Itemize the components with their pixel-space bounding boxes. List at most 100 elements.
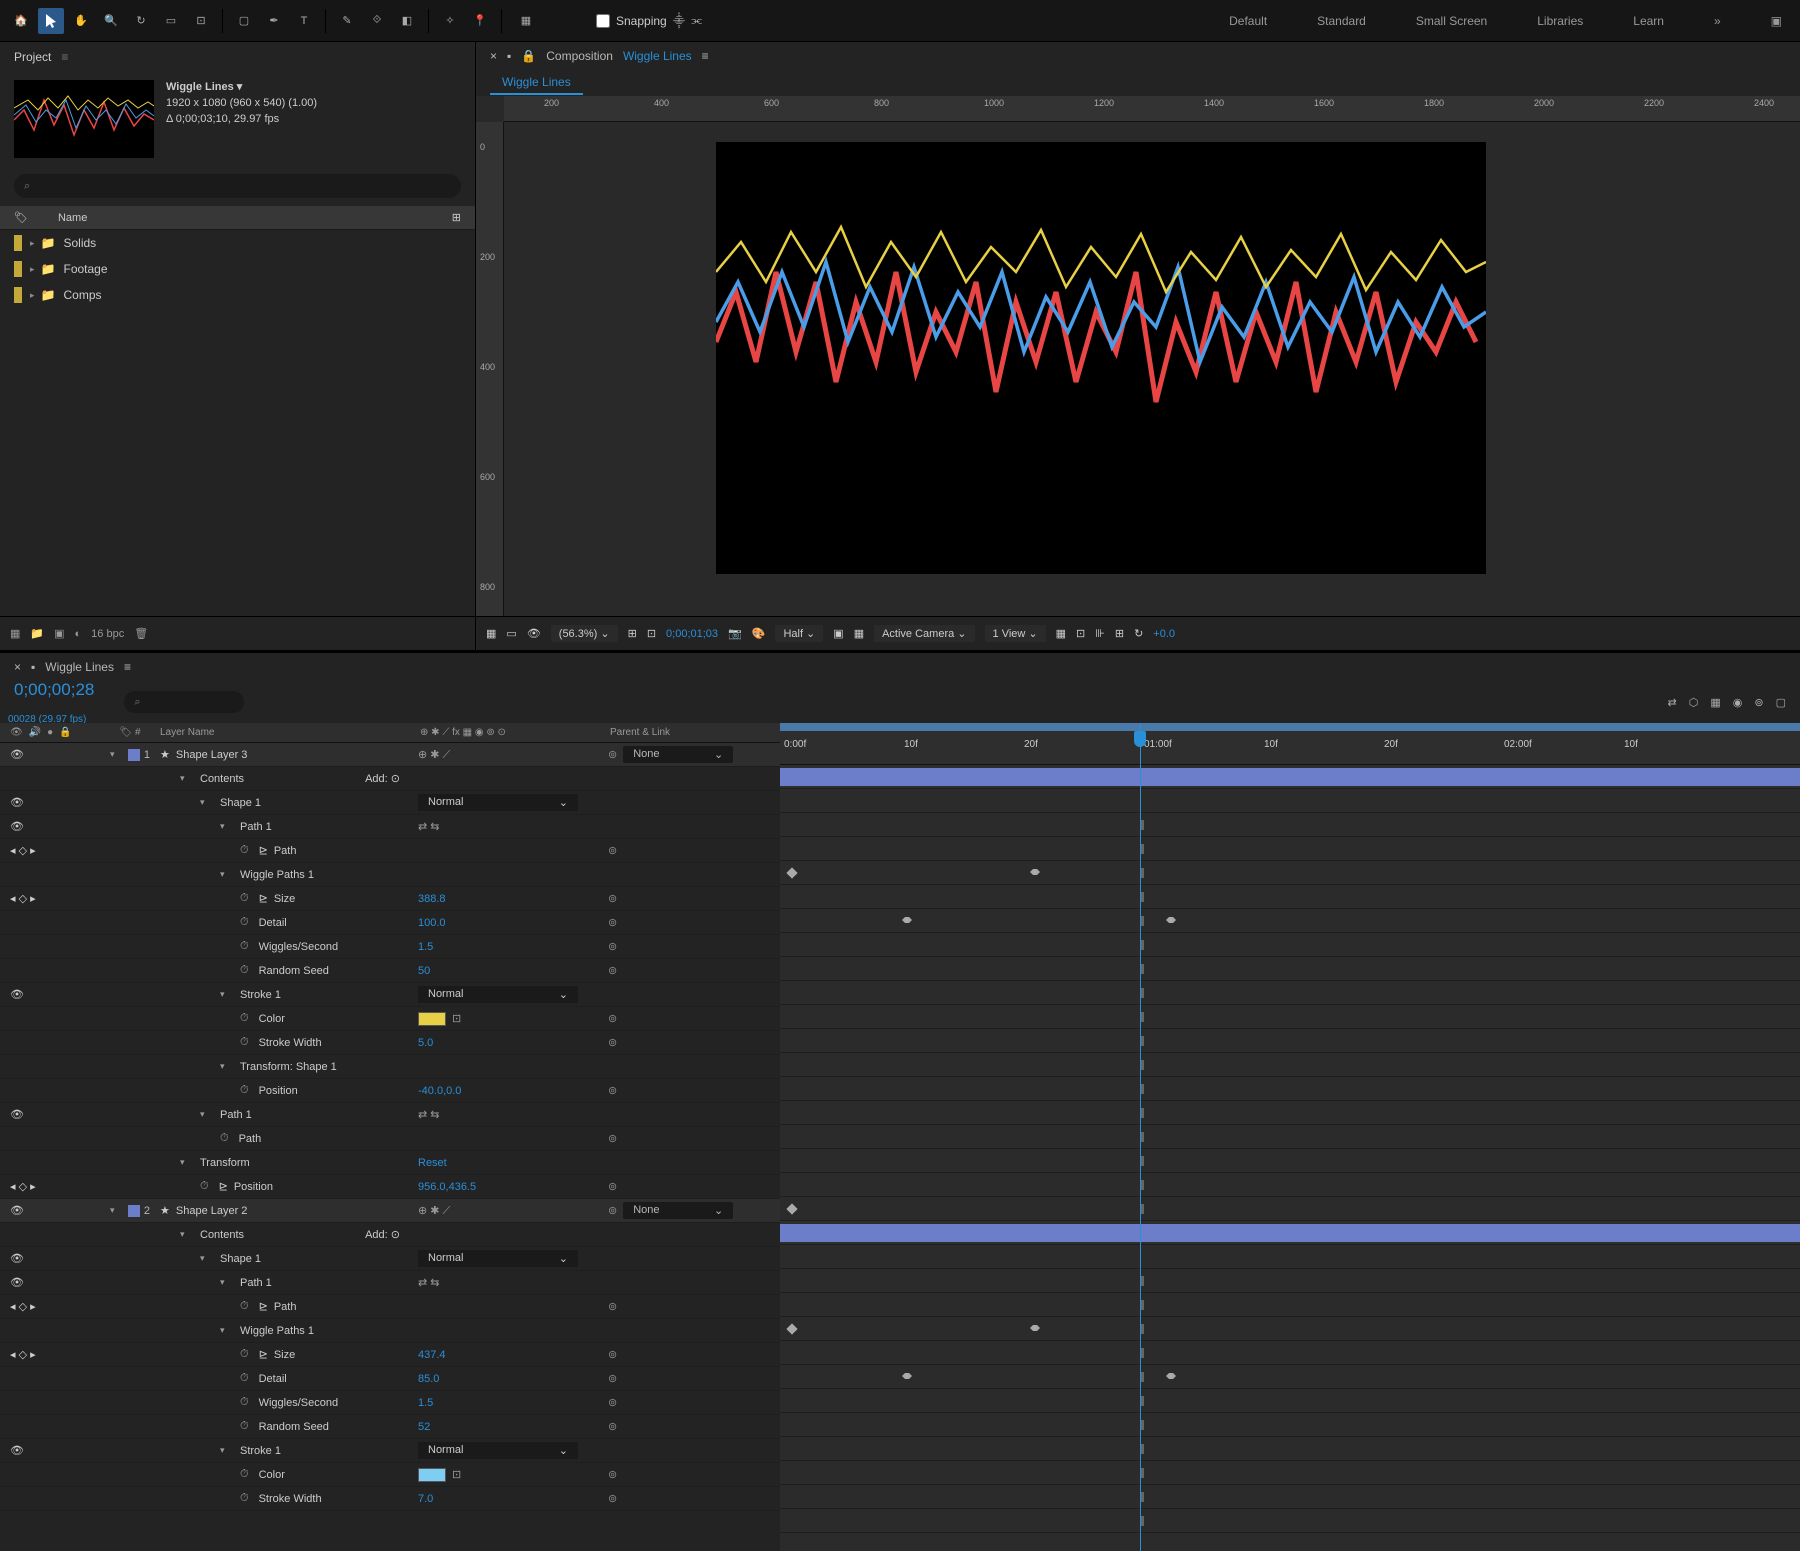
path-ops-icon[interactable]: ⇄ ⇆ [418,820,440,833]
adjust-icon[interactable]: ◐ [75,628,82,640]
color-swatch[interactable] [418,1468,446,1482]
pixel-icon[interactable]: ⊡ [1076,627,1085,640]
pan-behind-tool-icon[interactable]: ⊡ [188,8,214,34]
path-ops-icon[interactable]: ⇄ ⇆ [418,1276,440,1289]
comp-header-name[interactable]: Wiggle Lines [623,49,692,63]
keyframe[interactable] [902,917,912,923]
pickwhip-icon[interactable]: ⊚ [608,964,617,977]
prop-tshape[interactable]: ▾Transform: Shape 1 [0,1055,780,1079]
graph-icon[interactable]: ⊚ [1754,696,1763,709]
channel-icon[interactable]: ▭ [506,627,516,640]
stopwatch-icon[interactable]: ⏱ [240,892,249,905]
pickwhip-icon[interactable]: ⊚ [608,892,617,905]
zoom-tool-icon[interactable]: 🔍 [98,8,124,34]
pickwhip-icon[interactable]: ⊚ [608,1372,617,1385]
workspace-overflow-icon[interactable]: » [1704,10,1731,32]
clone-tool-icon[interactable]: ⟐ [364,8,390,34]
eyedropper-icon[interactable]: ⊡ [452,1468,461,1481]
parent-dropdown[interactable]: None⌄ [623,1202,733,1219]
new-comp-icon[interactable]: ▣ [54,627,64,640]
workspace-learn[interactable]: Learn [1623,10,1674,32]
panel-menu-icon[interactable]: ≡ [61,50,68,64]
eye-icon[interactable]: 👁 [10,988,24,1001]
frame-blend-icon[interactable]: ▦ [1710,696,1720,709]
eyedropper-icon[interactable]: ⊡ [452,1012,461,1025]
parent-dropdown[interactable]: None⌄ [623,746,733,763]
prop-shape[interactable]: 👁▾Shape 1Normal⌄ [0,1247,780,1271]
flow-icon[interactable]: ⊞ [452,211,461,224]
stopwatch-icon[interactable]: ⏱ [220,1132,229,1145]
view-dropdown[interactable]: 1 View ⌄ [985,625,1046,642]
prop-path1[interactable]: 👁▾Path 1⇄ ⇆ [0,1271,780,1295]
exposure[interactable]: +0.0 [1153,628,1175,640]
puppet-tool-icon[interactable]: 📍 [467,8,493,34]
prop-path1b[interactable]: 👁▾Path 1⇄ ⇆ [0,1103,780,1127]
prop-position[interactable]: ⏱Position-40.0,0.0⊚ [0,1079,780,1103]
interpret-icon[interactable]: ▦ [10,627,20,640]
pickwhip-icon[interactable]: ⊚ [608,1468,617,1481]
stopwatch-icon[interactable]: ⏱ [240,1396,249,1409]
comp-tab[interactable]: Wiggle Lines [490,71,583,95]
prop-color[interactable]: ⏱Color ⊡⊚ [0,1463,780,1487]
stopwatch-icon[interactable]: ⏱ [240,844,249,857]
pen-tool-icon[interactable]: ✒ [261,8,287,34]
roto-tool-icon[interactable]: ✧ [437,8,463,34]
stopwatch-icon[interactable]: ⏱ [240,1012,249,1025]
viewer-timecode[interactable]: 0;00;01;03 [666,628,718,640]
layer-row[interactable]: 👁 ▾2 ★Shape Layer 2 ⊕ ✱ ⟋ ⊚None⌄ [0,1199,780,1223]
eye-icon[interactable]: 👁 [10,1252,24,1265]
comp-thumbnail[interactable] [14,80,154,158]
panel-menu-icon[interactable]: ≡ [702,49,709,63]
rect-tool-icon[interactable]: ▢ [231,8,257,34]
eye-icon[interactable]: 👁 [10,748,24,761]
prop-seed[interactable]: ⏱Random Seed50⊚ [0,959,780,983]
keyframe[interactable] [786,1203,797,1214]
viewer[interactable]: 2004006008001000120014001600180020002200… [476,96,1800,616]
stopwatch-icon[interactable]: ⏱ [240,1348,249,1361]
graph-icon[interactable]: ⊵ [259,1300,268,1313]
workspace-default[interactable]: Default [1219,10,1277,32]
resolution-dropdown[interactable]: Half ⌄ [775,625,823,642]
prop-size[interactable]: ◂ ◇ ▸⏱⊵ Size388.8⊚ [0,887,780,911]
eye-icon[interactable]: 👁 [10,1204,24,1217]
pickwhip-icon[interactable]: ⊚ [608,1348,617,1361]
new-folder-icon[interactable]: 📁 [30,627,44,640]
prop-color[interactable]: ⏱Color ⊡⊚ [0,1007,780,1031]
keyframe[interactable] [1166,1373,1176,1379]
workspace-libraries[interactable]: Libraries [1527,10,1593,32]
stopwatch-icon[interactable]: ⏱ [240,1300,249,1313]
blend-dropdown[interactable]: Normal⌄ [418,1250,578,1267]
alpha-icon[interactable]: ▦ [486,627,496,640]
pickwhip-icon[interactable]: ⊚ [608,1300,617,1313]
graph-icon[interactable]: ⊵ [259,844,268,857]
prop-size[interactable]: ◂ ◇ ▸⏱⊵ Size437.4⊚ [0,1343,780,1367]
pickwhip-icon[interactable]: ⊚ [608,1420,617,1433]
project-search[interactable]: ⌕ [14,174,461,198]
pickwhip-icon[interactable]: ⊚ [608,844,617,857]
path-ops-icon[interactable]: ⇄ ⇆ [418,1108,440,1121]
folder-comps[interactable]: ▸📁Comps [0,282,475,308]
pickwhip-icon[interactable]: ⊚ [608,1036,617,1049]
stopwatch-icon[interactable]: ⏱ [240,1372,249,1385]
graph-icon[interactable]: ⊵ [219,1180,228,1193]
stopwatch-icon[interactable]: ⏱ [240,1036,249,1049]
prop-stroke[interactable]: 👁▾Stroke 1Normal⌄ [0,983,780,1007]
prop-pathb[interactable]: ⏱Path⊚ [0,1127,780,1151]
pickwhip-icon[interactable]: ⊚ [608,940,617,953]
workspace-small[interactable]: Small Screen [1406,10,1497,32]
prop-transform[interactable]: ▾TransformReset [0,1151,780,1175]
lock-icon[interactable]: 🔒 [521,49,536,63]
brush-tool-icon[interactable]: ✎ [334,8,360,34]
current-time[interactable]: 0;00;00;28 [14,680,94,700]
home-icon[interactable]: 🏠 [8,8,34,34]
comp-mini-icon[interactable]: ⇄ [1668,696,1677,709]
stopwatch-icon[interactable]: ⏱ [240,916,249,929]
timeline-tab[interactable]: Wiggle Lines [45,660,114,674]
prop-seed[interactable]: ⏱Random Seed52⊚ [0,1415,780,1439]
workspace-standard[interactable]: Standard [1307,10,1376,32]
mask-icon[interactable]: 👁 [527,627,541,640]
keyframe[interactable] [1030,869,1040,875]
transparency-icon[interactable]: ▦ [854,627,864,640]
blend-dropdown[interactable]: Normal⌄ [418,794,578,811]
roi-icon[interactable]: ▣ [833,627,843,640]
